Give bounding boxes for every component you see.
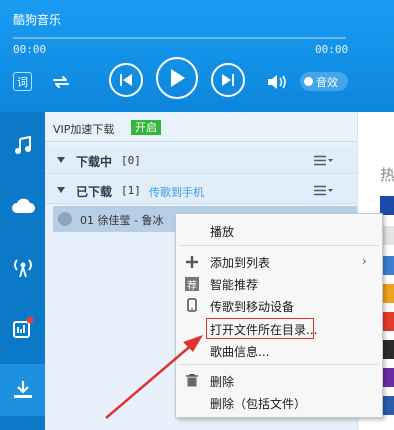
kugou-app-window: 酷狗音乐 00:00 00:00 词 音效 VIP加速下载 开启 下载中 [0]… (0, 0, 394, 430)
annotation-arrow-icon (105, 335, 203, 419)
